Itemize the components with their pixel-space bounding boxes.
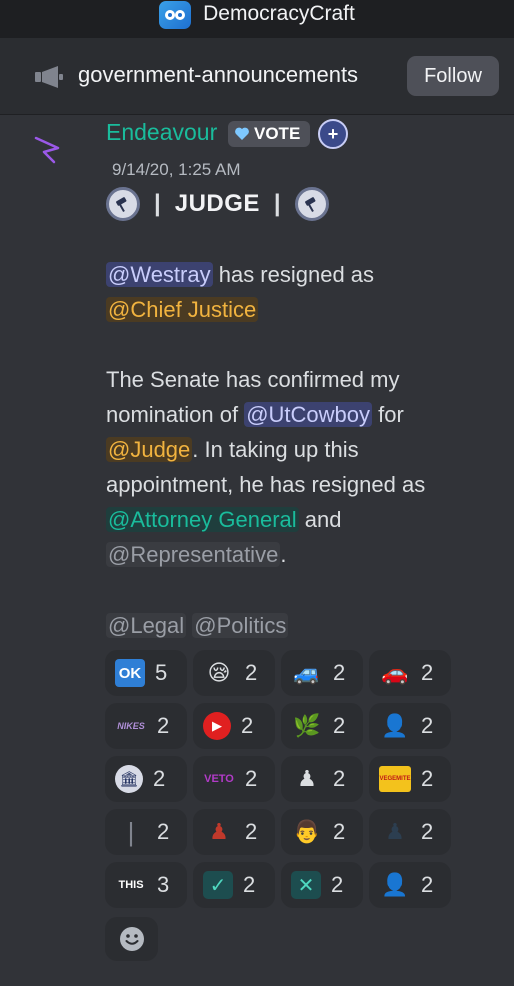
role-mention[interactable]: @Politics: [192, 613, 289, 638]
plus-badge-icon[interactable]: +: [318, 119, 348, 149]
author-avatar[interactable]: [32, 134, 64, 166]
reaction-pixel-figure[interactable]: ♟ 2: [281, 756, 363, 802]
follow-button[interactable]: Follow: [407, 56, 499, 96]
reaction-leaf-sprig[interactable]: 🌿 2: [281, 703, 363, 749]
reaction-count: 2: [331, 872, 344, 897]
reaction-count: 2: [333, 660, 346, 685]
role-mention[interactable]: @Representative: [106, 542, 281, 567]
channel-name: government-announcements: [78, 62, 359, 87]
heart-icon: [235, 127, 249, 140]
reaction-red-car[interactable]: 🚗 2: [369, 650, 451, 696]
reaction-vegemite[interactable]: VEGEMITE 2: [369, 756, 451, 802]
reaction-youtube[interactable]: ▶ 2: [193, 703, 275, 749]
message-text: .: [280, 542, 287, 567]
reaction-person-portrait[interactable]: 👤 2: [369, 703, 451, 749]
role-title-line: | JUDGE |: [106, 187, 329, 221]
message-text: and: [298, 507, 342, 532]
reaction-count: 2: [333, 819, 346, 844]
server-name: DemocracyCraft: [203, 2, 355, 25]
message-text: has resigned as: [212, 262, 375, 287]
leaf-sprig-icon: 🌿: [293, 713, 321, 738]
message-timestamp: 9/14/20, 1:25 AM: [112, 160, 241, 179]
reaction-count: 2: [421, 660, 434, 685]
reaction-count: 2: [421, 872, 434, 897]
message-paragraph: @Legal @Politics: [106, 608, 486, 643]
reaction-count: 2: [245, 766, 258, 791]
reaction-pixel-figure-suit[interactable]: ♟ 2: [369, 809, 451, 855]
separator: |: [154, 190, 161, 217]
message-paragraph: The Senate has confirmed my nomination o…: [106, 362, 486, 572]
reaction-count: 2: [245, 819, 258, 844]
person-portrait-icon: 👤: [381, 713, 409, 738]
role-mention[interactable]: @Judge: [106, 437, 193, 462]
role-mention[interactable]: @Attorney General: [106, 507, 299, 532]
server-logo-icon: [159, 1, 192, 29]
vote-role-badge[interactable]: VOTE: [228, 121, 310, 147]
reaction-government-seal[interactable]: 🏛 2: [105, 756, 187, 802]
reaction-count: 2: [153, 766, 166, 791]
man-portrait-icon: 👤: [381, 872, 409, 897]
pixel-figure-suit-icon: ♟: [385, 819, 405, 844]
reaction-this-arrow[interactable]: THIS 3: [105, 862, 187, 908]
role-title: JUDGE: [174, 190, 260, 217]
sleepy-face-icon: 😪: [207, 660, 231, 685]
role-mention[interactable]: @Chief Justice: [106, 297, 259, 322]
reactions-bar: OK 5 😪 2 🚙 2 🚗 2 NIKES 2 ▶ 2 🌿 2 👤 2 🏛 2 VETO 2 ♟ 2 VEGEMITE 2 |…: [105, 650, 465, 908]
reaction-count: 3: [157, 872, 170, 897]
divider-bar-icon: |: [127, 816, 135, 847]
reaction-check-mark[interactable]: ✓ 2: [193, 862, 275, 908]
check-mark-icon: ✓: [203, 871, 233, 899]
role-mention[interactable]: @Legal: [106, 613, 187, 638]
bald-man-icon: 👨: [293, 819, 321, 844]
reaction-count: 2: [157, 819, 170, 844]
gavel-seal-icon: [106, 187, 140, 221]
message-text: for: [372, 402, 404, 427]
reaction-cross-mark[interactable]: ✕ 2: [281, 862, 363, 908]
government-seal-icon: 🏛: [115, 765, 143, 793]
reaction-sleepy-face[interactable]: 😪 2: [193, 650, 275, 696]
channel-header: government-announcements Follow: [0, 38, 514, 115]
author-name[interactable]: Endeavour: [106, 119, 217, 146]
reaction-count: 2: [243, 872, 256, 897]
user-mention[interactable]: @UtCowboy: [244, 402, 373, 427]
reaction-veto[interactable]: VETO 2: [193, 756, 275, 802]
vote-badge-label: VOTE: [254, 124, 301, 143]
message-paragraph: @Westray has resigned as @Chief Justice: [106, 257, 486, 327]
reaction-pixel-figure-red[interactable]: ♟ 2: [193, 809, 275, 855]
reaction-count: 2: [421, 713, 434, 738]
server-header[interactable]: DemocracyCraft: [0, 0, 514, 38]
reaction-count: 2: [333, 713, 346, 738]
blue-car-icon: 🚙: [293, 660, 321, 685]
megaphone-icon: [35, 66, 63, 88]
reaction-bald-man[interactable]: 👨 2: [281, 809, 363, 855]
reaction-man-portrait[interactable]: 👤 2: [369, 862, 451, 908]
cross-mark-icon: ✕: [291, 871, 321, 899]
smiley-add-icon: [119, 927, 144, 951]
reaction-ok-button[interactable]: OK 5: [105, 650, 187, 696]
reaction-nikes[interactable]: NIKES 2: [105, 703, 187, 749]
reaction-count: 2: [421, 819, 434, 844]
reaction-count: 2: [241, 713, 254, 738]
vegemite-icon: VEGEMITE: [379, 766, 411, 792]
veto-icon: VETO: [204, 773, 234, 785]
reaction-count: 2: [421, 766, 434, 791]
pixel-figure-icon: ♟: [297, 766, 317, 791]
reaction-count: 2: [157, 713, 170, 738]
nikes-icon: NIKES: [117, 721, 145, 731]
ok-button-icon: OK: [115, 659, 145, 687]
reaction-count: 2: [245, 660, 258, 685]
this-arrow-icon: THIS: [118, 879, 144, 891]
user-mention[interactable]: @Westray: [106, 262, 213, 287]
reaction-divider-bar[interactable]: | 2: [105, 809, 187, 855]
gavel-seal-icon: [294, 187, 329, 221]
red-car-icon: 🚗: [381, 660, 409, 685]
youtube-icon: ▶: [203, 712, 231, 740]
reaction-count: 2: [333, 766, 346, 791]
add-reaction-button[interactable]: [105, 917, 158, 961]
pixel-figure-red-icon: ♟: [209, 819, 229, 844]
reaction-blue-car[interactable]: 🚙 2: [281, 650, 363, 696]
separator: |: [273, 190, 281, 217]
reaction-count: 5: [155, 660, 168, 685]
